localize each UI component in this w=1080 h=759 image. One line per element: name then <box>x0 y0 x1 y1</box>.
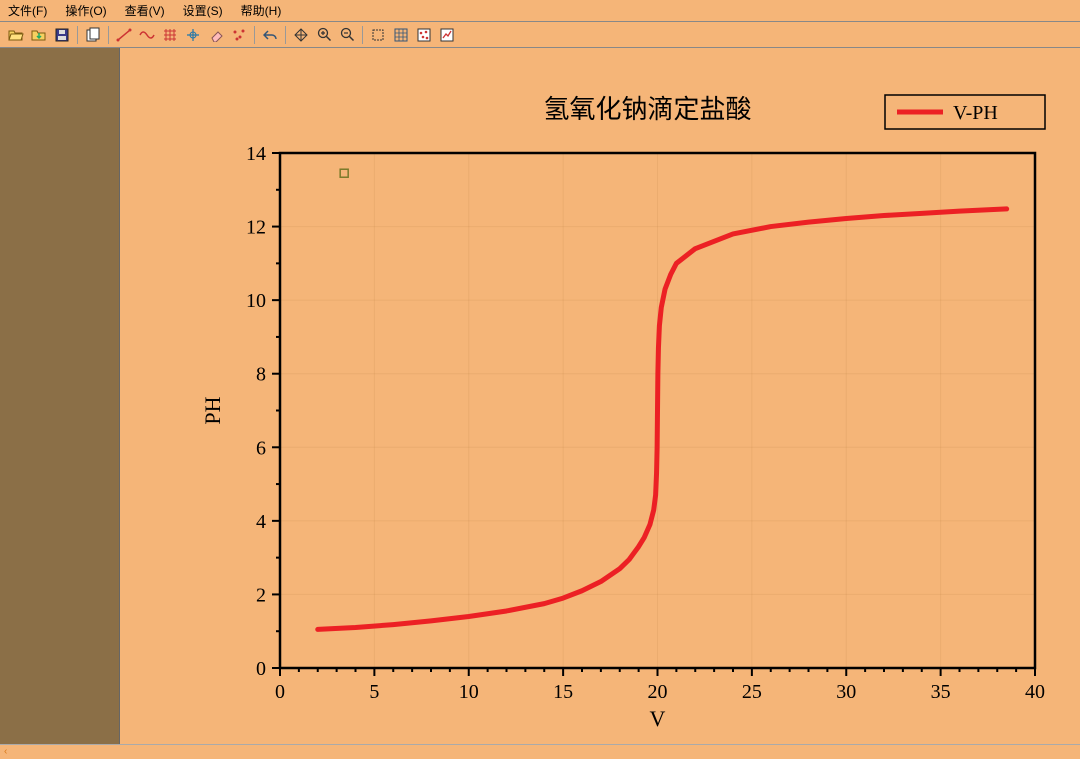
grid-lines-icon[interactable] <box>160 25 180 45</box>
y-tick-label: 10 <box>246 290 266 312</box>
x-tick-label: 30 <box>836 681 856 703</box>
sidebar <box>0 48 120 744</box>
chart-icon[interactable] <box>437 25 457 45</box>
draw-line-icon[interactable] <box>114 25 134 45</box>
x-tick-label: 0 <box>275 681 285 703</box>
save-icon[interactable] <box>52 25 72 45</box>
chart-area: 0 5 10 15 20 25 30 35 40 0 2 4 6 8 10 12 14 V PH 氢氧化钠滴定盐酸 V-… <box>120 48 1080 744</box>
x-tick-label: 15 <box>553 681 573 703</box>
copy-icon[interactable] <box>83 25 103 45</box>
series-line <box>318 209 1007 629</box>
x-axis-title: V <box>650 706 666 731</box>
y-tick-label: 6 <box>256 437 266 459</box>
y-tick-label: 8 <box>256 364 266 386</box>
menu-operate[interactable]: 操作(O) <box>65 2 106 19</box>
open-icon[interactable] <box>6 25 26 45</box>
x-tick-label: 20 <box>648 681 668 703</box>
select-icon[interactable] <box>368 25 388 45</box>
y-tick-label: 2 <box>256 584 266 606</box>
menu-settings[interactable]: 设置(S) <box>183 2 223 19</box>
x-tick-label: 10 <box>459 681 479 703</box>
menu-file[interactable]: 文件(F) <box>8 2 47 19</box>
toolbar-separator <box>285 26 286 44</box>
pan-icon[interactable] <box>291 25 311 45</box>
eraser-icon[interactable] <box>206 25 226 45</box>
undo-icon[interactable] <box>260 25 280 45</box>
y-tick-label: 12 <box>246 217 266 239</box>
x-tick-label: 5 <box>369 681 379 703</box>
status-indicator: ‹ <box>4 746 7 757</box>
chart-svg: 0 5 10 15 20 25 30 35 40 0 2 4 6 8 10 12 14 V PH 氢氧化钠滴定盐酸 V-… <box>140 68 1060 748</box>
x-tick-label: 25 <box>742 681 762 703</box>
import-icon[interactable] <box>29 25 49 45</box>
chart-title: 氢氧化钠滴定盐酸 <box>543 95 751 124</box>
toolbar-separator <box>77 26 78 44</box>
marker-square <box>340 169 348 177</box>
toolbar <box>0 22 1080 48</box>
wave-icon[interactable] <box>137 25 157 45</box>
crosshair-icon[interactable] <box>183 25 203 45</box>
toolbar-separator <box>108 26 109 44</box>
zoom-in-icon[interactable] <box>314 25 334 45</box>
menu-view[interactable]: 查看(V) <box>125 2 165 19</box>
menu-help[interactable]: 帮助(H) <box>241 2 282 19</box>
legend-label: V-PH <box>953 102 998 124</box>
x-tick-label: 35 <box>931 681 951 703</box>
toolbar-separator <box>362 26 363 44</box>
y-tick-label: 0 <box>256 658 266 680</box>
x-tick-label: 40 <box>1025 681 1045 703</box>
toolbar-separator <box>254 26 255 44</box>
main-area: 0 5 10 15 20 25 30 35 40 0 2 4 6 8 10 12 14 V PH 氢氧化钠滴定盐酸 V-… <box>0 48 1080 744</box>
zoom-out-icon[interactable] <box>337 25 357 45</box>
points-icon[interactable] <box>414 25 434 45</box>
menubar: 文件(F) 操作(O) 查看(V) 设置(S) 帮助(H) <box>0 0 1080 22</box>
y-axis-title: PH <box>200 396 225 424</box>
y-tick-label: 4 <box>256 511 266 533</box>
scatter-icon[interactable] <box>229 25 249 45</box>
y-tick-label: 14 <box>246 143 266 165</box>
grid-icon[interactable] <box>391 25 411 45</box>
